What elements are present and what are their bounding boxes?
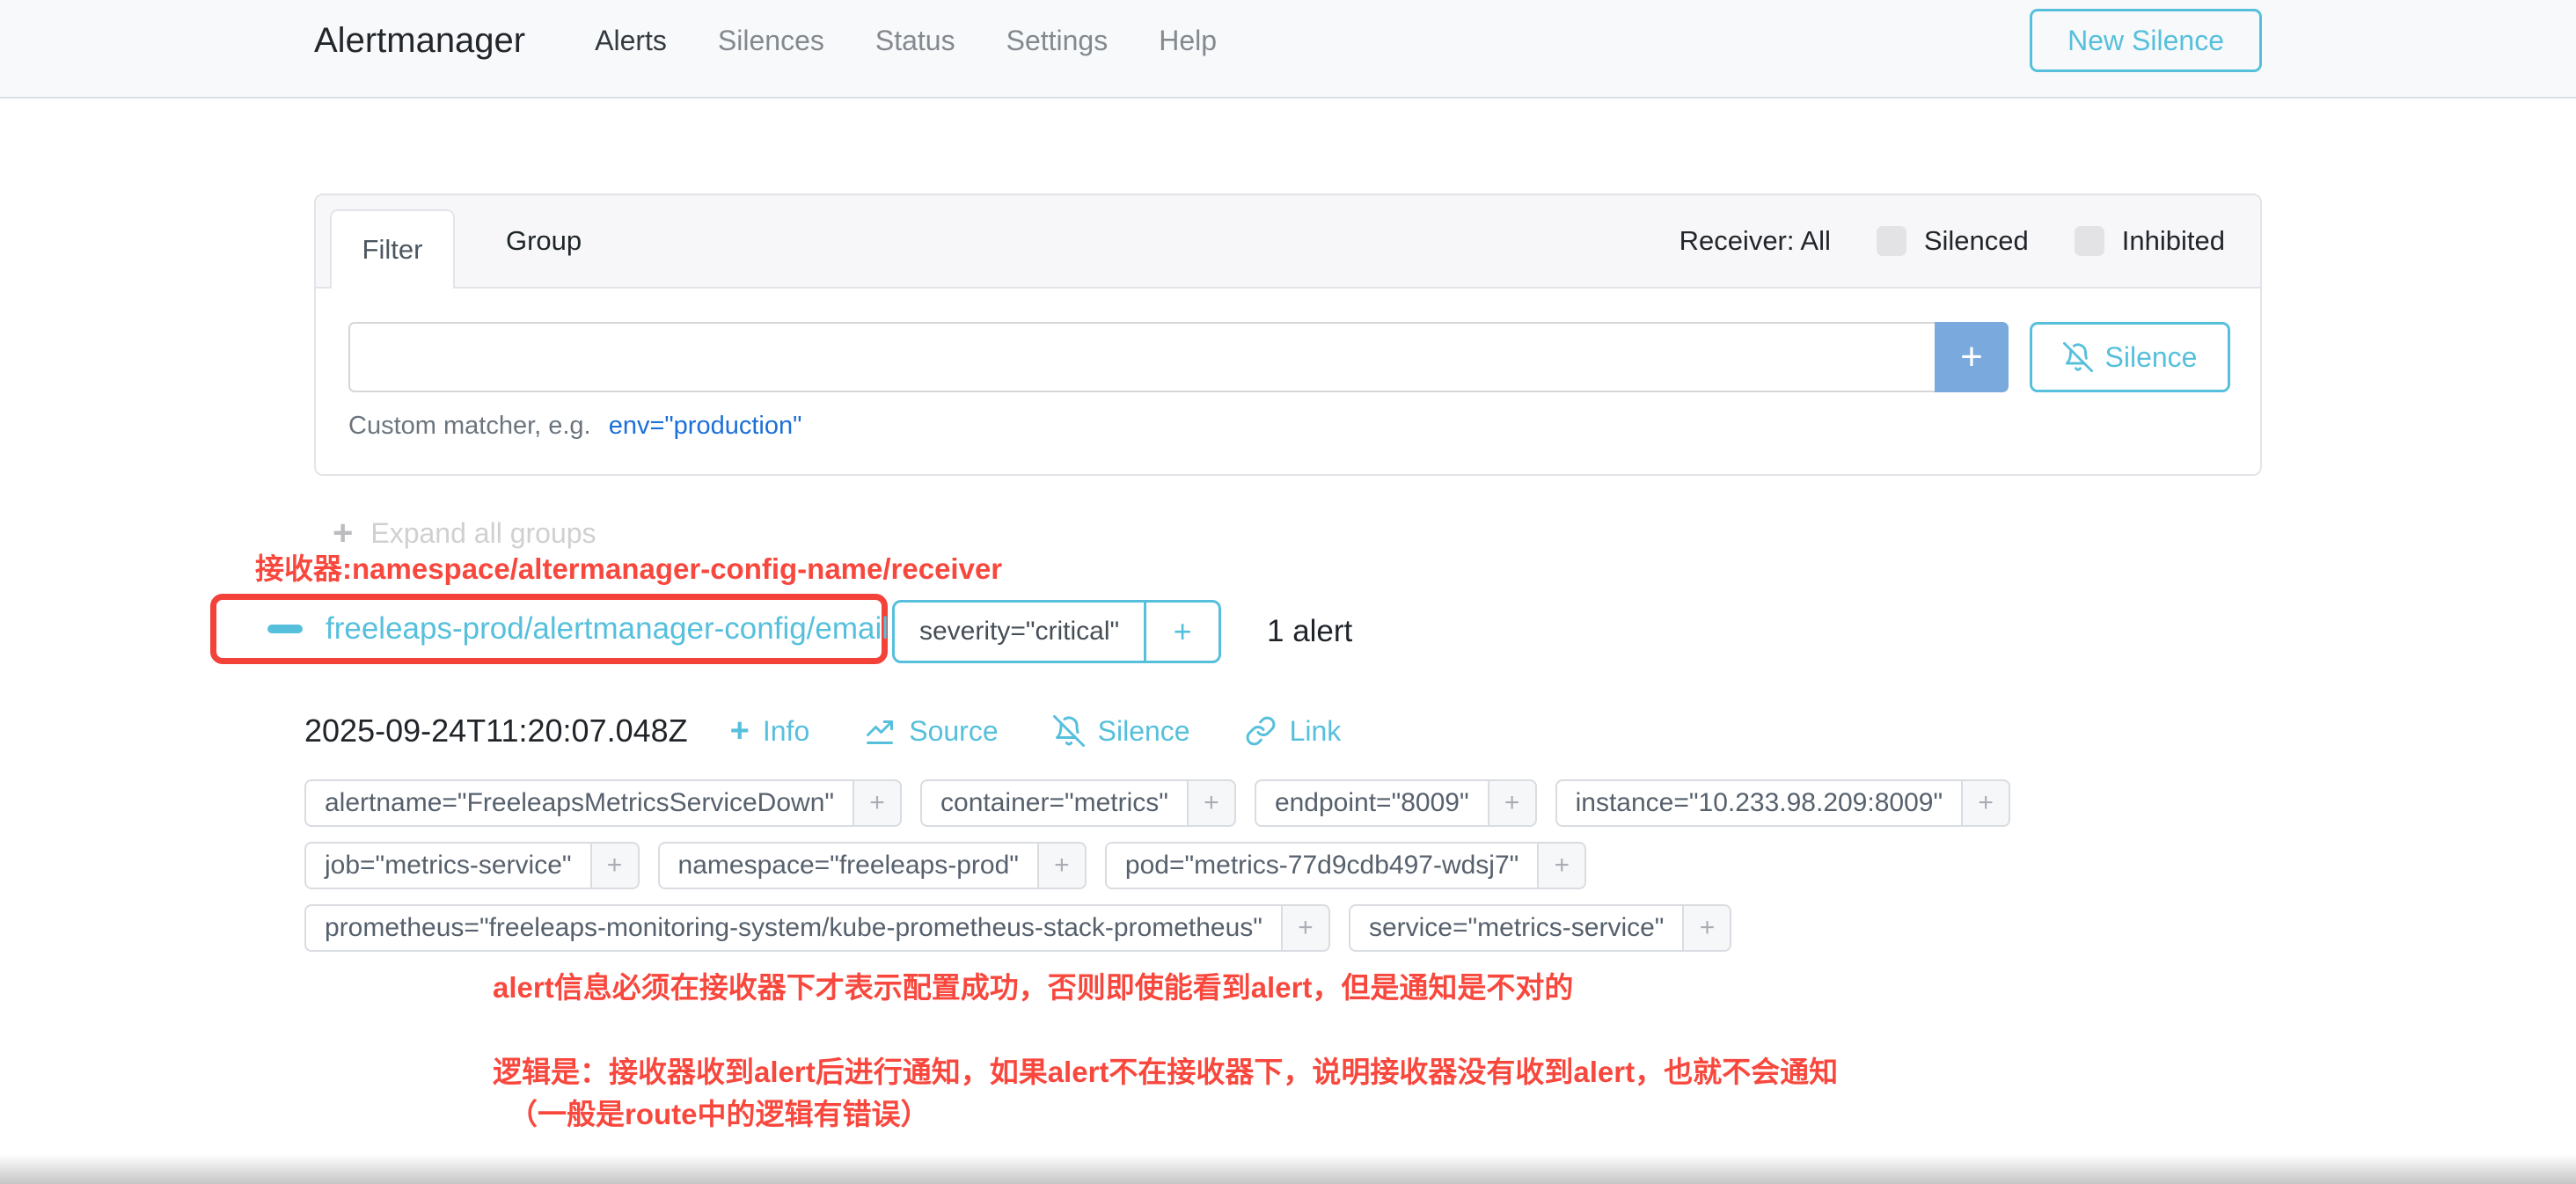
group-matcher-button[interactable]: severity="critical"	[895, 603, 1144, 661]
label-add-filter-button[interactable]: +	[1489, 779, 1537, 827]
silenced-checkbox-label: Silenced	[1924, 225, 2029, 257]
source-link-label: Source	[909, 715, 998, 748]
label-value-button[interactable]: alertname="FreeleapsMetricsServiceDown"	[304, 779, 854, 827]
label-add-filter-button[interactable]: +	[1039, 842, 1087, 889]
matcher-row: + Silence	[348, 322, 2230, 392]
group-collapse-link[interactable]: freeleaps-prod/alertmanager-config/email	[267, 611, 889, 647]
label-pill: namespace="freeleaps-prod" +	[658, 842, 1087, 889]
filter-card: Filter Group Receiver: All Silenced Inhi…	[314, 194, 2262, 476]
label-pill: endpoint="8009" +	[1255, 779, 1537, 827]
label-add-filter-button[interactable]: +	[1684, 904, 1731, 952]
info-link[interactable]: + Info	[730, 714, 810, 748]
expand-all-groups-label: Expand all groups	[370, 517, 596, 550]
bell-slash-icon	[2063, 342, 2093, 372]
bottom-shadow	[0, 1154, 2576, 1184]
label-pill: container="metrics" +	[920, 779, 1236, 827]
tab-filter[interactable]: Filter	[330, 209, 455, 289]
filter-header-controls: Receiver: All Silenced Inhibited	[1680, 195, 2225, 287]
label-value-button[interactable]: namespace="freeleaps-prod"	[658, 842, 1039, 889]
annotation-highlight-box: freeleaps-prod/alertmanager-config/email	[210, 594, 888, 664]
label-row: job="metrics-service" + namespace="freel…	[304, 842, 2266, 889]
chart-line-icon	[864, 715, 896, 747]
annotation-logic-note2: （一般是route中的逻辑有错误）	[509, 1091, 930, 1133]
annotation-receiver-note: 接收器:namespace/altermanager-config-name/r…	[255, 545, 1002, 588]
nav-links: Alerts Silences Status Settings Help	[569, 25, 1242, 57]
label-value-button[interactable]: job="metrics-service"	[304, 842, 592, 889]
new-silence-button[interactable]: New Silence	[2030, 9, 2262, 72]
silence-filter-button[interactable]: Silence	[2030, 322, 2230, 392]
alert-header: 2025-09-24T11:20:07.048Z + Info Source	[304, 713, 1341, 749]
matcher-input[interactable]	[348, 322, 1935, 392]
label-add-filter-button[interactable]: +	[592, 842, 640, 889]
label-value-button[interactable]: container="metrics"	[920, 779, 1189, 827]
label-value-button[interactable]: service="metrics-service"	[1349, 904, 1685, 952]
filter-card-body: + Silence Custom matcher, e.g. env="prod…	[316, 289, 2260, 441]
annotation-logic-note: 逻辑是：接收器收到alert后进行通知，如果alert不在接收器下，说明接收器没…	[493, 1049, 1838, 1091]
label-pill: alertname="FreeleapsMetricsServiceDown" …	[304, 779, 902, 827]
label-value-button[interactable]: pod="metrics-77d9cdb497-wdsj7"	[1105, 842, 1539, 889]
silence-link-label: Silence	[1098, 715, 1190, 748]
filter-card-header: Filter Group Receiver: All Silenced Inhi…	[316, 195, 2260, 289]
plus-icon: +	[730, 714, 750, 748]
label-row: prometheus="freeleaps-monitoring-system/…	[304, 904, 2266, 952]
navbar: Alertmanager Alerts Silences Status Sett…	[0, 0, 2576, 99]
label-value-button[interactable]: endpoint="8009"	[1255, 779, 1489, 827]
alert-timestamp: 2025-09-24T11:20:07.048Z	[304, 713, 688, 749]
alert-count: 1 alert	[1267, 600, 1352, 663]
nav-item-alerts[interactable]: Alerts	[569, 25, 692, 57]
alert-actions: + Info Source Silence	[730, 714, 1342, 748]
matcher-hint: Custom matcher, e.g. env="production"	[348, 412, 2230, 441]
nav-item-settings[interactable]: Settings	[981, 25, 1134, 57]
silence-link[interactable]: Silence	[1053, 715, 1190, 748]
label-pill: job="metrics-service" +	[304, 842, 640, 889]
bell-slash-icon	[1053, 715, 1085, 747]
nav-item-silences[interactable]: Silences	[692, 25, 850, 57]
matcher-hint-text: Custom matcher, e.g.	[348, 412, 591, 440]
matcher-hint-example-link[interactable]: env="production"	[609, 412, 802, 440]
silenced-checkbox[interactable]: Silenced	[1877, 225, 2029, 257]
group-matcher-buttons: severity="critical" +	[892, 600, 1221, 663]
navbar-inner: Alertmanager Alerts Silences Status Sett…	[314, 0, 2262, 81]
inhibited-checkbox-box	[2075, 226, 2104, 256]
label-pill: pod="metrics-77d9cdb497-wdsj7" +	[1105, 842, 1586, 889]
label-add-filter-button[interactable]: +	[854, 779, 902, 827]
label-add-filter-button[interactable]: +	[1539, 842, 1586, 889]
nav-item-status[interactable]: Status	[850, 25, 981, 57]
nav-item-help[interactable]: Help	[1133, 25, 1242, 57]
label-value-button[interactable]: instance="10.233.98.209:8009"	[1555, 779, 1963, 827]
receiver-filter-label[interactable]: Receiver: All	[1680, 225, 1831, 257]
label-pill: service="metrics-service" +	[1349, 904, 1732, 952]
app-brand[interactable]: Alertmanager	[314, 21, 525, 61]
label-add-filter-button[interactable]: +	[1963, 779, 2010, 827]
link-link-label: Link	[1290, 715, 1342, 748]
label-value-button[interactable]: prometheus="freeleaps-monitoring-system/…	[304, 904, 1283, 952]
annotation-alert-note: alert信息必须在接收器下才表示配置成功，否则即使能看到alert，但是通知是…	[493, 964, 1573, 1006]
info-link-label: Info	[763, 715, 809, 748]
silenced-checkbox-box	[1877, 226, 1906, 256]
link-link[interactable]: Link	[1245, 715, 1342, 748]
page: Alertmanager Alerts Silences Status Sett…	[0, 0, 2576, 1184]
minus-icon	[267, 625, 303, 633]
label-pill: prometheus="freeleaps-monitoring-system/…	[304, 904, 1330, 952]
tab-group[interactable]: Group	[479, 195, 608, 287]
silence-filter-label: Silence	[2105, 341, 2198, 374]
group-receiver-path: freeleaps-prod/alertmanager-config/email	[326, 611, 889, 647]
link-icon	[1245, 715, 1277, 747]
inhibited-checkbox[interactable]: Inhibited	[2075, 225, 2225, 257]
label-pill: instance="10.233.98.209:8009" +	[1555, 779, 2010, 827]
label-row: alertname="FreeleapsMetricsServiceDown" …	[304, 779, 2266, 827]
add-matcher-button[interactable]: +	[1935, 322, 2009, 392]
source-link[interactable]: Source	[864, 715, 998, 748]
label-add-filter-button[interactable]: +	[1283, 904, 1330, 952]
inhibited-checkbox-label: Inhibited	[2122, 225, 2225, 257]
label-add-filter-button[interactable]: +	[1189, 779, 1236, 827]
group-matcher-add-button[interactable]: +	[1146, 603, 1218, 661]
alert-labels: alertname="FreeleapsMetricsServiceDown" …	[304, 779, 2266, 967]
